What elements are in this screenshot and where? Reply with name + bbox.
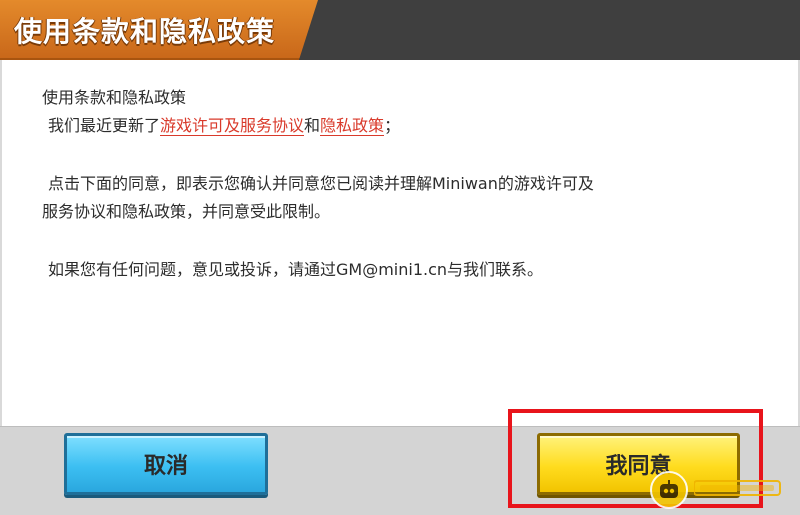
watermark-mark — [693, 477, 784, 504]
and-text: 和 — [304, 116, 321, 135]
robot-face-icon — [650, 471, 688, 509]
update-suffix: ； — [384, 116, 401, 135]
consent-paragraph-line2: 服务协议和隐私政策，并同意受此限制。 — [42, 202, 331, 221]
header-title-tab: 使用条款和隐私政策 — [0, 0, 318, 60]
license-agreement-link[interactable]: 游戏许可及服务协议 — [160, 116, 305, 136]
cancel-button-label: 取消 — [143, 454, 188, 479]
dialog-header: 使用条款和隐私政策 — [0, 0, 800, 60]
update-prefix: 我们最近更新了 — [48, 116, 161, 135]
update-notice: 我们最近更新了游戏许可及服务协议和隐私政策； — [48, 112, 400, 140]
contact-paragraph: 如果您有任何问题，意见或投诉，请通过GM@mini1.cn与我们联系。 — [48, 260, 544, 279]
watermark — [650, 470, 784, 510]
consent-paragraph-line1: 点击下面的同意，即表示您确认并同意您已阅读并理解Miniwan的游戏许可及 — [48, 174, 594, 193]
cancel-button[interactable]: 取消 — [64, 433, 268, 495]
privacy-policy-link[interactable]: 隐私政策 — [320, 116, 385, 136]
terms-content: 使用条款和隐私政策 我们最近更新了游戏许可及服务协议和隐私政策； 点击下面的同意… — [0, 60, 800, 426]
content-heading: 使用条款和隐私政策 — [42, 88, 187, 107]
dialog-title: 使用条款和隐私政策 — [14, 15, 276, 48]
